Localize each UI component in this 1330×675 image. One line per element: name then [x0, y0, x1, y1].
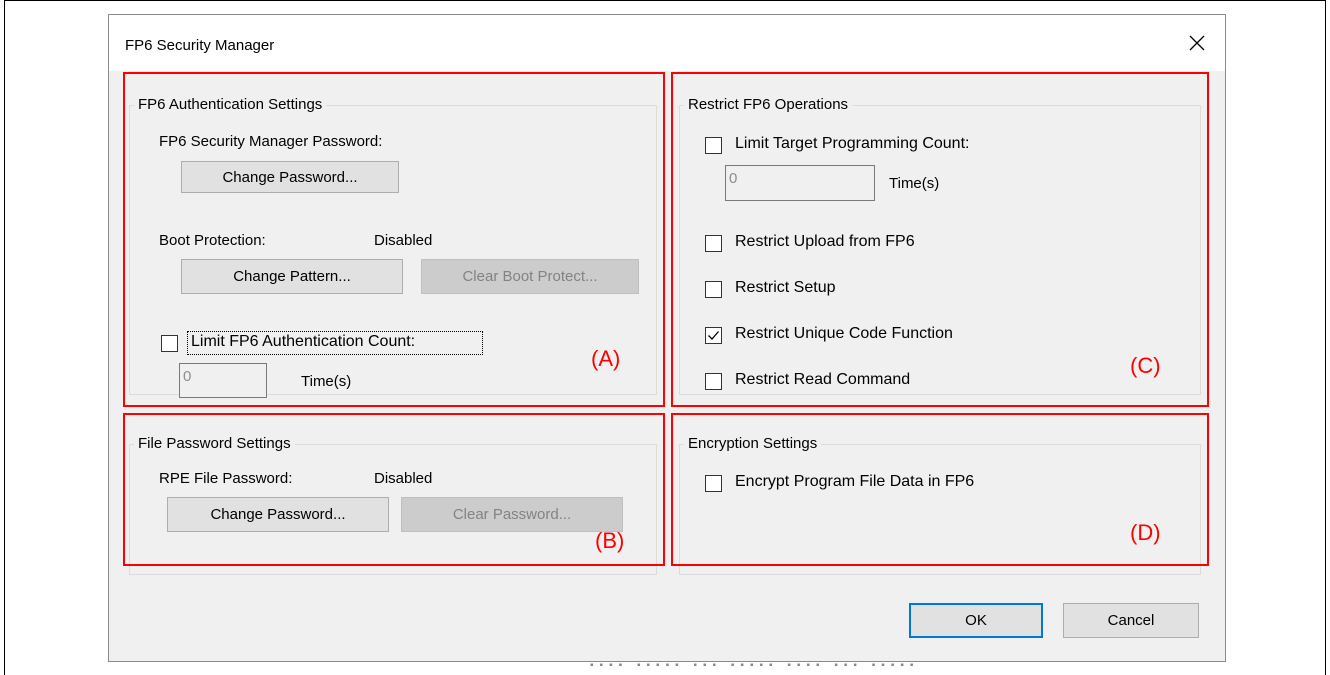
close-icon — [1189, 35, 1205, 51]
annotation-label-d: (D) — [1130, 520, 1161, 545]
annotation-box-a — [123, 72, 665, 407]
ok-button[interactable]: OK — [909, 603, 1043, 638]
title-bar: FP6 Security Manager — [109, 15, 1225, 71]
cancel-button[interactable]: Cancel — [1063, 603, 1199, 638]
annotation-label-b: (B) — [595, 528, 625, 553]
annotation-label-c: (C) — [1130, 353, 1161, 378]
annotation-box-b — [123, 413, 665, 566]
close-button[interactable] — [1169, 15, 1225, 71]
dialog-title: FP6 Security Manager — [125, 37, 275, 54]
annotation-box-c — [671, 72, 1209, 407]
annotation-box-d — [671, 413, 1209, 566]
annotation-label-a: (A) — [591, 346, 621, 371]
